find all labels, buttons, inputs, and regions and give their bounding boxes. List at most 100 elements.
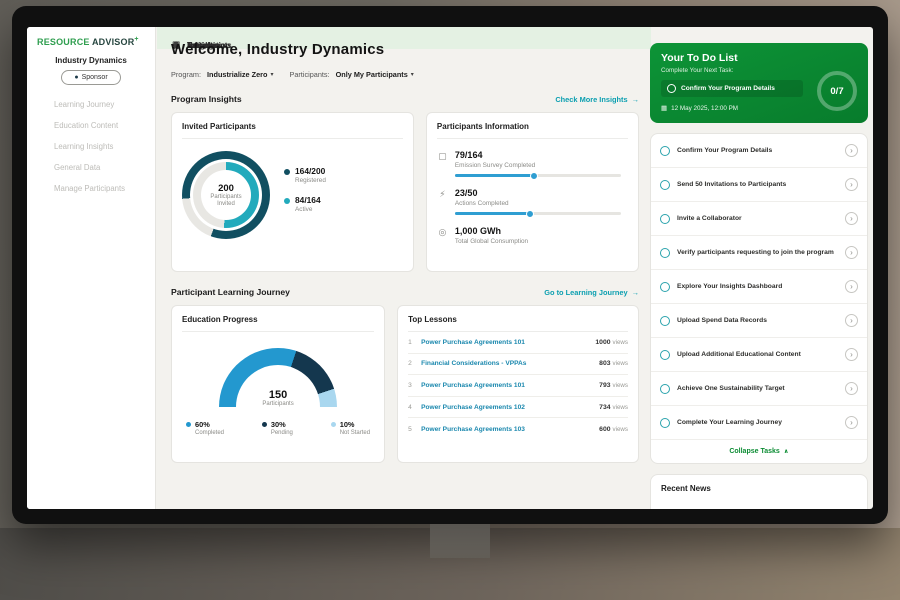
chevron-right-icon[interactable]: › xyxy=(845,280,858,293)
lesson-row: 4 Power Purchase Agreements 102 734views xyxy=(408,397,628,419)
checkbox-icon[interactable] xyxy=(660,316,670,326)
program-select[interactable]: Industrialize Zero ▾ xyxy=(207,70,273,79)
not-started-dot-icon xyxy=(331,422,336,427)
completed-dot-icon xyxy=(186,422,191,427)
checkbox-icon[interactable] xyxy=(660,248,670,258)
sidebar-item-learning-insights[interactable]: Learning Insights xyxy=(27,136,155,157)
survey-icon: ▢ xyxy=(437,150,448,177)
arrow-right-icon: → xyxy=(632,288,639,297)
gauge-center-label: Participants xyxy=(219,401,337,407)
location-icon: ◎ xyxy=(437,226,448,245)
sidebar-nav: ⌂ Home ✦ Insights ▣ Education Learning J… xyxy=(27,94,155,199)
lesson-row: 3 Power Purchase Agreements 101 793views xyxy=(408,375,628,397)
todo-panel: Your To Do List Complete Your Next Task:… xyxy=(650,27,868,509)
sidebar-item-learning-journey[interactable]: Learning Journey xyxy=(27,94,155,115)
filter-bar: Program: Industrialize Zero ▾ Participan… xyxy=(171,70,639,79)
donut-center-value: 200 xyxy=(218,183,234,194)
legend-item: 164/200 Registered xyxy=(284,166,326,184)
sidebar-item-manage-participants[interactable]: Manage Participants xyxy=(27,178,155,199)
sidebar-item-general-data[interactable]: General Data xyxy=(27,157,155,178)
legend-item: 60% Completed xyxy=(186,420,224,436)
actions-icon: ⚡ xyxy=(437,188,448,215)
checkbox-icon[interactable] xyxy=(660,180,670,190)
go-to-learning-journey-link[interactable]: Go to Learning Journey → xyxy=(544,288,639,297)
photo-background: RESOURCE ADVISOR+ Industry Dynamics ● Sp… xyxy=(0,0,900,600)
task-row[interactable]: Upload Additional Educational Content › xyxy=(651,338,867,372)
task-row[interactable]: Complete Your Learning Journey › xyxy=(651,406,867,440)
progress-bar xyxy=(455,212,621,215)
calendar-icon: ▦ xyxy=(661,104,667,112)
checkbox-icon[interactable] xyxy=(660,384,670,394)
arrow-right-icon: → xyxy=(632,95,639,104)
chevron-right-icon[interactable]: › xyxy=(845,178,858,191)
education-progress-gauge: 150 Participants xyxy=(219,348,337,407)
progress-bar xyxy=(455,174,621,177)
chevron-right-icon[interactable]: › xyxy=(845,382,858,395)
program-insights-header: Program Insights Check More Insights → xyxy=(171,94,639,104)
education-progress-card: Education Progress 150 Participants xyxy=(171,305,385,463)
invited-participants-donut: 200 Participants Invited xyxy=(182,151,270,239)
invited-participants-card: Invited Participants 200 Participants In… xyxy=(171,112,414,272)
gauge-center-value: 150 xyxy=(219,389,337,401)
lesson-link[interactable]: Power Purchase Agreements 101 xyxy=(421,339,588,346)
task-row[interactable]: Achieve One Sustainability Target › xyxy=(651,372,867,406)
checkbox-icon[interactable] xyxy=(660,214,670,224)
app-window: RESOURCE ADVISOR+ Industry Dynamics ● Sp… xyxy=(27,27,873,509)
program-insights-cards: Invited Participants 200 Participants In… xyxy=(171,112,639,272)
donut-center-label: Participants Invited xyxy=(207,194,245,208)
task-row[interactable]: Upload Spend Data Records › xyxy=(651,304,867,338)
lesson-row: 1 Power Purchase Agreements 101 1000view… xyxy=(408,332,628,354)
checkbox-icon[interactable] xyxy=(660,350,670,360)
collapse-tasks-button[interactable]: Collapse Tasks ∧ xyxy=(651,440,867,463)
top-lessons-card: Top Lessons 1 Power Purchase Agreements … xyxy=(397,305,639,463)
monitor-bezel: RESOURCE ADVISOR+ Industry Dynamics ● Sp… xyxy=(12,6,888,524)
program-filter-label: Program: xyxy=(171,70,201,79)
chevron-right-icon[interactable]: › xyxy=(845,314,858,327)
todo-summary-card: Your To Do List Complete Your Next Task:… xyxy=(650,43,868,123)
task-row[interactable]: Confirm Your Program Details › xyxy=(651,134,867,168)
lesson-link[interactable]: Financial Considerations - VPPAs xyxy=(421,360,592,367)
task-row[interactable]: Explore Your Insights Dashboard › xyxy=(651,270,867,304)
registered-dot-icon xyxy=(284,169,290,175)
invited-donut-outer: 200 Participants Invited xyxy=(182,151,270,239)
task-row[interactable]: Invite a Collaborator › xyxy=(651,202,867,236)
task-row[interactable]: Verify participants requesting to join t… xyxy=(651,236,867,270)
active-dot-icon xyxy=(284,198,290,204)
page-title: Welcome, Industry Dynamics xyxy=(171,41,639,58)
sidebar: RESOURCE ADVISOR+ Industry Dynamics ● Sp… xyxy=(27,27,156,509)
participants-select[interactable]: Only My Participants ▾ xyxy=(336,70,414,79)
app-logo: RESOURCE ADVISOR+ xyxy=(27,36,155,47)
chevron-right-icon[interactable]: › xyxy=(845,212,858,225)
sidebar-item-education-content[interactable]: Education Content xyxy=(27,115,155,136)
checkbox-icon[interactable] xyxy=(660,146,670,156)
task-row[interactable]: Send 50 Invitations to Participants › xyxy=(651,168,867,202)
lesson-row: 2 Financial Considerations - VPPAs 803vi… xyxy=(408,354,628,376)
lesson-link[interactable]: Power Purchase Agreements 102 xyxy=(421,404,592,411)
info-row: ⚡ 23/50 Actions Completed xyxy=(437,177,628,215)
donut-legend: 164/200 Registered 84/164 Active xyxy=(284,166,326,224)
chevron-up-icon: ∧ xyxy=(784,448,789,455)
learning-cards: Education Progress 150 Participants xyxy=(171,305,639,463)
check-more-insights-link[interactable]: Check More Insights → xyxy=(555,95,639,104)
participants-filter-label: Participants: xyxy=(289,70,329,79)
legend-item: 30% Pending xyxy=(262,420,293,436)
chevron-right-icon[interactable]: › xyxy=(845,246,858,259)
chevron-down-icon: ▾ xyxy=(411,71,414,78)
chevron-right-icon[interactable]: › xyxy=(845,416,858,429)
lesson-link[interactable]: Power Purchase Agreements 101 xyxy=(421,382,592,389)
next-task[interactable]: Confirm Your Program Details xyxy=(661,80,803,97)
checkbox-icon[interactable] xyxy=(667,84,676,93)
recent-news-card: Recent News xyxy=(650,474,868,509)
participants-information-card: Participants Information ▢ 79/164 Emissi… xyxy=(426,112,639,272)
lesson-link[interactable]: Power Purchase Agreements 103 xyxy=(421,426,592,433)
chevron-down-icon: ▾ xyxy=(270,71,273,78)
chevron-right-icon[interactable]: › xyxy=(845,348,858,361)
todo-progress-ring: 0/7 xyxy=(817,71,857,111)
chevron-right-icon[interactable]: › xyxy=(845,144,858,157)
org-name: Industry Dynamics xyxy=(27,56,155,65)
main-content: Welcome, Industry Dynamics Program: Indu… xyxy=(157,27,651,509)
checkbox-icon[interactable] xyxy=(660,418,670,428)
learning-journey-header: Participant Learning Journey Go to Learn… xyxy=(171,287,639,297)
checkbox-icon[interactable] xyxy=(660,282,670,292)
todo-title: Your To Do List xyxy=(661,52,857,64)
